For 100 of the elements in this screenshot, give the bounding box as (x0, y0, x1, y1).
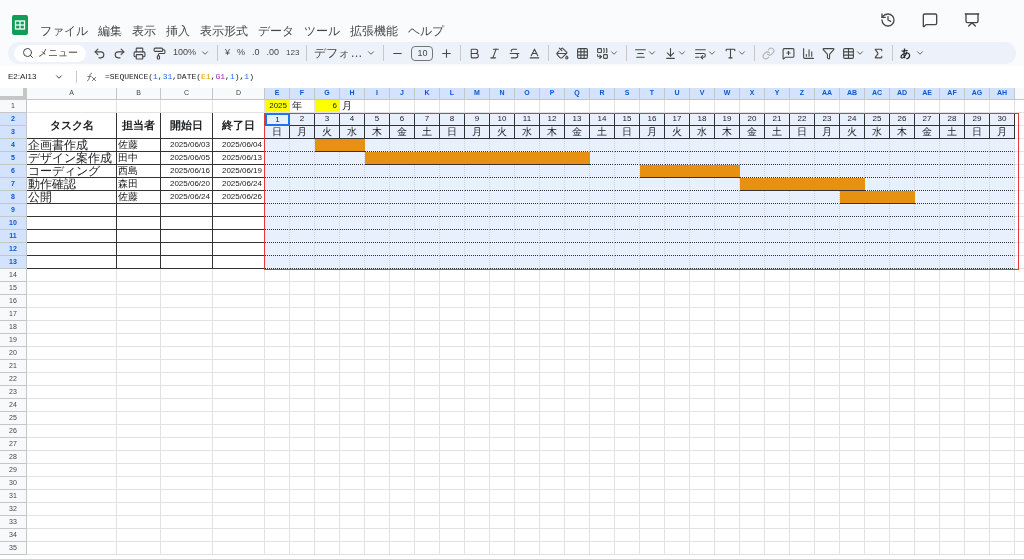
timeline-cell[interactable] (765, 204, 790, 217)
formula-token[interactable]: 1 (229, 71, 235, 83)
timeline-cell[interactable] (265, 256, 290, 269)
menu-search-button[interactable]: メニュー (14, 44, 86, 62)
timeline-cell[interactable] (940, 204, 965, 217)
timeline-cell[interactable] (565, 165, 590, 178)
timeline-cell[interactable] (440, 178, 465, 191)
timeline-cell[interactable] (490, 204, 515, 217)
timeline-cell[interactable] (865, 256, 890, 269)
timeline-cell[interactable] (640, 139, 665, 152)
timeline-cell[interactable] (565, 204, 590, 217)
timeline-cell[interactable] (790, 139, 815, 152)
plus-icon[interactable] (440, 46, 454, 60)
timeline-cell[interactable] (665, 178, 690, 191)
timeline-cell[interactable] (590, 230, 615, 243)
timeline-cell[interactable] (715, 178, 740, 191)
timeline-cell[interactable] (515, 256, 540, 269)
timeline-cell[interactable] (715, 139, 740, 152)
timeline-cell[interactable] (515, 230, 540, 243)
timeline-cell[interactable] (965, 256, 990, 269)
timeline-cell[interactable] (365, 230, 390, 243)
timeline-cell[interactable] (890, 217, 915, 230)
timeline-cell[interactable] (440, 256, 465, 269)
weekday-cell[interactable]: 土 (940, 126, 965, 139)
timeline-cell[interactable] (640, 191, 665, 204)
timeline-cell[interactable] (665, 217, 690, 230)
timeline-cell[interactable] (965, 178, 990, 191)
timeline-cell[interactable] (290, 139, 315, 152)
timeline-cell[interactable] (740, 204, 765, 217)
merge-icon[interactable] (596, 46, 610, 60)
timeline-cell[interactable] (565, 139, 590, 152)
timeline-cell[interactable] (890, 152, 915, 165)
timeline-cell[interactable] (865, 165, 890, 178)
start-date-cell[interactable]: 2025/06/05 (161, 152, 213, 165)
weekday-cell[interactable]: 木 (890, 126, 915, 139)
timeline-cell[interactable] (740, 191, 765, 204)
weekday-cell[interactable]: 日 (265, 126, 290, 139)
timeline-cell[interactable] (990, 204, 1015, 217)
weekday-cell[interactable]: 木 (540, 126, 565, 139)
timeline-cell[interactable] (615, 230, 640, 243)
timeline-cell[interactable] (315, 217, 340, 230)
timeline-cell[interactable] (965, 191, 990, 204)
menu-item[interactable]: 編集 (98, 25, 122, 37)
spreadsheet-logo-icon[interactable] (12, 15, 28, 35)
print-icon[interactable] (133, 46, 146, 60)
task-name-cell[interactable]: 公開 (27, 191, 117, 204)
timeline-cell[interactable] (990, 191, 1015, 204)
formula-token[interactable]: , (210, 71, 216, 83)
timeline-cell[interactable] (815, 243, 840, 256)
timeline-cell[interactable] (515, 191, 540, 204)
timeline-cell[interactable] (465, 243, 490, 256)
timeline-cell[interactable] (415, 178, 440, 191)
timeline-cell[interactable] (365, 217, 390, 230)
weekday-cell[interactable]: 水 (340, 126, 365, 139)
timeline-cell[interactable] (940, 152, 965, 165)
gantt-bar-cell[interactable] (315, 139, 340, 152)
weekday-cell[interactable]: 月 (290, 126, 315, 139)
formula-token[interactable]: ), (234, 71, 245, 83)
assignee-cell[interactable]: 田中 (117, 152, 161, 165)
timeline-cell[interactable] (765, 243, 790, 256)
timeline-cell[interactable] (890, 178, 915, 191)
input-mode-button[interactable]: あ (900, 44, 912, 62)
timeline-cell[interactable] (865, 217, 890, 230)
weekday-cell[interactable]: 水 (865, 126, 890, 139)
menu-item[interactable]: ファイル (40, 25, 88, 37)
caret-icon[interactable] (366, 48, 377, 58)
month-label[interactable]: 月 (340, 100, 365, 113)
timeline-cell[interactable] (515, 178, 540, 191)
timeline-cell[interactable] (290, 243, 315, 256)
timeline-cell[interactable] (815, 256, 840, 269)
timeline-cell[interactable] (315, 152, 340, 165)
weekday-cell[interactable]: 火 (490, 126, 515, 139)
weekday-cell[interactable]: 火 (840, 126, 865, 139)
timeline-cell[interactable] (690, 139, 715, 152)
timeline-cell[interactable] (565, 230, 590, 243)
gantt-bar-cell[interactable] (840, 191, 865, 204)
timeline-cell[interactable] (765, 230, 790, 243)
timeline-cell[interactable] (340, 165, 365, 178)
timeline-cell[interactable] (890, 256, 915, 269)
timeline-cell[interactable] (615, 217, 640, 230)
timeline-cell[interactable] (740, 256, 765, 269)
formula-token[interactable]: ) (249, 71, 254, 83)
timeline-cell[interactable] (815, 204, 840, 217)
timeline-cell[interactable] (640, 230, 665, 243)
timeline-cell[interactable] (915, 204, 940, 217)
timeline-cell[interactable] (315, 165, 340, 178)
timeline-cell[interactable] (765, 256, 790, 269)
timeline-cell[interactable] (715, 230, 740, 243)
timeline-cell[interactable] (390, 191, 415, 204)
timeline-cell[interactable] (990, 217, 1015, 230)
timeline-cell[interactable] (615, 152, 640, 165)
timeline-cell[interactable] (690, 230, 715, 243)
gantt-bar-cell[interactable] (740, 178, 765, 191)
timeline-cell[interactable] (840, 165, 865, 178)
timeline-cell[interactable] (715, 204, 740, 217)
gantt-bar-cell[interactable] (715, 165, 740, 178)
timeline-cell[interactable] (790, 256, 815, 269)
add-comment-icon[interactable] (782, 46, 796, 60)
wrap-icon[interactable] (694, 46, 708, 60)
vertical-align-icon[interactable] (664, 46, 678, 60)
